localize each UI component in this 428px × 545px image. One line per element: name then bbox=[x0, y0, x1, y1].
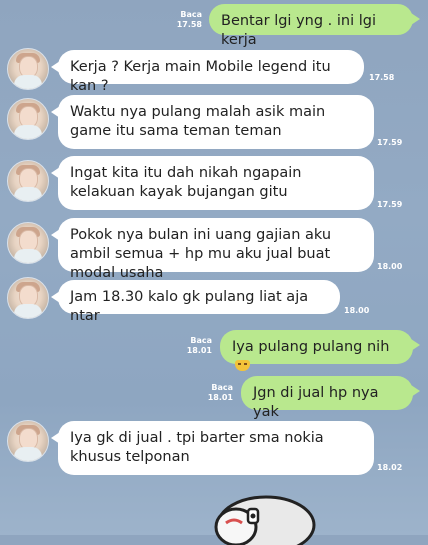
avatar[interactable] bbox=[7, 160, 49, 202]
elephant-sticker-icon[interactable] bbox=[206, 485, 316, 545]
message-time: 18.00 bbox=[377, 262, 403, 271]
message-text: Waktu nya pulang malah asik main game it… bbox=[70, 104, 326, 139]
read-status: Baca 17.58 bbox=[176, 10, 202, 29]
chat-area: Baca 17.58 Bentar lgi yng . ini lgi kerja… bbox=[0, 0, 428, 545]
message-time: 18.02 bbox=[377, 463, 403, 472]
message-time: 17.59 bbox=[377, 138, 403, 147]
message-text: Jam 18.30 kalo gk pulang liat aja ntar bbox=[70, 289, 309, 324]
message-text: Kerja ? Kerja main Mobile legend itu kan… bbox=[70, 59, 331, 94]
message-text: Iya gk di jual . tpi barter sma nokia kh… bbox=[70, 430, 324, 465]
message-time: 18.00 bbox=[344, 306, 370, 315]
incoming-message[interactable]: Ingat kita itu dah nikah ngapain kelakua… bbox=[51, 156, 374, 210]
incoming-message[interactable]: Iya gk di jual . tpi barter sma nokia kh… bbox=[51, 421, 374, 475]
avatar[interactable] bbox=[7, 222, 49, 264]
message-text: Bentar lgi yng . ini lgi kerja bbox=[221, 13, 376, 48]
incoming-message[interactable]: Waktu nya pulang malah asik main game it… bbox=[51, 95, 374, 149]
message-text: Pokok nya bulan ini uang gajian aku ambi… bbox=[70, 227, 332, 281]
outgoing-message[interactable]: Iya pulang pulang nih bbox=[220, 330, 420, 371]
message-text: Ingat kita itu dah nikah ngapain kelakua… bbox=[70, 165, 302, 200]
read-status: Baca 18.01 bbox=[186, 336, 212, 355]
read-status: Baca 18.01 bbox=[207, 383, 233, 402]
avatar[interactable] bbox=[7, 420, 49, 462]
grin-emoji-icon bbox=[235, 360, 250, 371]
incoming-message[interactable]: Pokok nya bulan ini uang gajian aku ambi… bbox=[51, 218, 374, 281]
message-text: Iya pulang pulang nih bbox=[232, 339, 390, 355]
incoming-message[interactable]: Kerja ? Kerja main Mobile legend itu kan… bbox=[51, 50, 364, 94]
message-time: 17.59 bbox=[377, 200, 403, 209]
avatar[interactable] bbox=[7, 48, 49, 90]
outgoing-message[interactable]: Jgn di jual hp nya yak bbox=[241, 376, 420, 420]
incoming-message[interactable]: Jam 18.30 kalo gk pulang liat aja ntar bbox=[51, 280, 340, 324]
outgoing-message[interactable]: Bentar lgi yng . ini lgi kerja bbox=[209, 4, 420, 48]
message-time: 17.58 bbox=[369, 73, 395, 82]
avatar[interactable] bbox=[7, 98, 49, 140]
avatar[interactable] bbox=[7, 277, 49, 319]
message-text: Jgn di jual hp nya yak bbox=[253, 385, 379, 420]
